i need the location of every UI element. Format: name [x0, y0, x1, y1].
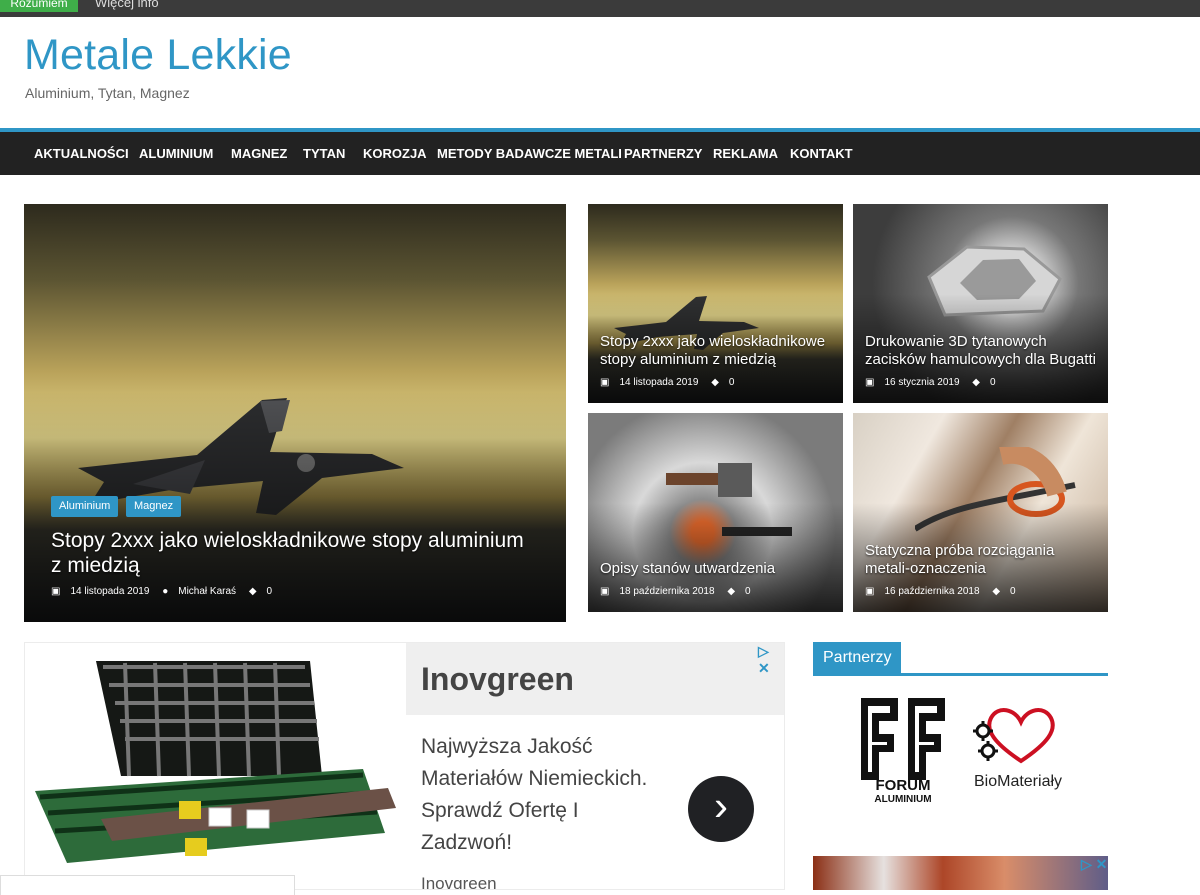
featured-post-title[interactable]: Stopy 2xxx jako wieloskładnikowe stopy a… — [51, 529, 534, 579]
cookie-accept-button[interactable]: Rozumiem — [0, 0, 78, 12]
post-card[interactable]: Statyczna próba rozciągania metali-oznac… — [853, 413, 1108, 612]
forum-word: FORUM — [876, 777, 931, 794]
comment-icon: ◆ — [711, 377, 719, 388]
partners-widget-title: Partnerzy — [813, 642, 1108, 676]
bottom-cookie-panel — [0, 875, 295, 895]
ad-copy[interactable]: Najwyższa Jakość Materiałów Niemieckich.… — [421, 731, 666, 859]
post-comments[interactable]: 0 — [745, 586, 751, 597]
comment-icon: ◆ — [248, 586, 257, 597]
post-meta: ▣ 18 października 2018 ◆ 0 — [600, 586, 761, 597]
ad-brand[interactable]: Inovgreen — [421, 661, 574, 698]
biomaterialy-logo[interactable]: BioMateriały — [963, 700, 1078, 800]
nav-item-metody-badawcze[interactable]: METODY BADAWCZE METALI — [437, 132, 622, 175]
comment-icon: ◆ — [992, 586, 1001, 597]
bio-label: BioMateriały — [974, 773, 1062, 790]
nav-item-aluminium[interactable]: ALUMINIUM — [139, 132, 213, 175]
calendar-icon: ▣ — [865, 377, 875, 388]
cookie-bar: Rozumiem Więcej info — [0, 0, 1200, 17]
comment-icon: ◆ — [727, 586, 736, 597]
calendar-icon: ▣ — [600, 377, 610, 388]
post-title[interactable]: Opisy stanów utwardzenia — [600, 560, 833, 578]
nav-item-partnerzy[interactable]: PARTNERZY — [624, 132, 702, 175]
site-title[interactable]: Metale Lekkie — [24, 31, 292, 80]
featured-author[interactable]: Michał Karaś — [178, 586, 236, 597]
calendar-icon: ▣ — [600, 586, 610, 597]
post-comments[interactable]: 0 — [1010, 586, 1016, 597]
post-title[interactable]: Statyczna próba rozciągania metali-oznac… — [865, 542, 1098, 577]
post-date[interactable]: 14 listopada 2019 — [619, 377, 698, 388]
nav-item-magnez[interactable]: MAGNEZ — [231, 132, 287, 175]
ad-choices-icon[interactable]: ▷ ✕ — [758, 643, 784, 677]
nav-item-reklama[interactable]: REKLAMA — [713, 132, 778, 175]
cookie-more-info-link[interactable]: Więcej info — [95, 0, 159, 12]
site-description: Aluminium, Tytan, Magnez — [25, 85, 190, 101]
ad-footer-brand[interactable]: Inovgreen — [421, 874, 497, 889]
featured-post-card[interactable]: Aluminium Magnez Stopy 2xxx jako wielosk… — [24, 204, 566, 622]
post-title[interactable]: Stopy 2xxx jako wieloskładnikowe stopy a… — [600, 333, 833, 368]
bottom-sidebar-advertisement[interactable]: ▷ ✕ — [813, 856, 1108, 890]
comment-icon: ◆ — [972, 377, 980, 388]
calendar-icon: ▣ — [51, 586, 61, 597]
post-meta: ▣ 16 października 2018 ◆ 0 — [865, 586, 1026, 597]
partners-title: Partnerzy — [813, 642, 902, 673]
ad-choices-icon[interactable]: ▷ ✕ — [1081, 856, 1107, 873]
post-date[interactable]: 16 stycznia 2019 — [884, 377, 959, 388]
grass-grid-illustration — [35, 661, 396, 863]
post-date[interactable]: 16 października 2018 — [884, 586, 979, 597]
featured-post-meta: ▣ 14 listopada 2019 ● Michał Karaś ◆ 0 — [51, 586, 282, 597]
nav-item-tytan[interactable]: TYTAN — [303, 132, 345, 175]
featured-date[interactable]: 14 listopada 2019 — [70, 586, 149, 597]
forum-aluminium-logo[interactable]: FORUM ALUMINIUM — [856, 698, 950, 805]
main-navigation: AKTUALNOŚCI ALUMINIUM MAGNEZ TYTAN KOROZ… — [0, 128, 1200, 175]
post-title[interactable]: Drukowanie 3D tytanowych zacisków hamulc… — [865, 333, 1098, 368]
nav-item-kontakt[interactable]: KONTAKT — [790, 132, 853, 175]
post-card[interactable]: Drukowanie 3D tytanowych zacisków hamulc… — [853, 204, 1108, 403]
category-tag-magnez[interactable]: Magnez — [126, 496, 182, 517]
category-tag-aluminium[interactable]: Aluminium — [51, 496, 119, 517]
inovgreen-advertisement[interactable]: Inovgreen Najwyższa Jakość Materiałów Ni… — [24, 642, 785, 890]
post-card[interactable]: Stopy 2xxx jako wieloskładnikowe stopy a… — [588, 204, 843, 403]
post-comments[interactable]: 0 — [729, 377, 735, 388]
post-card[interactable]: Opisy stanów utwardzenia ▣ 18 październik… — [588, 413, 843, 612]
chevron-right-icon[interactable]: › — [688, 776, 754, 842]
forum-subtitle: ALUMINIUM — [874, 794, 931, 802]
featured-comments[interactable]: 0 — [267, 586, 273, 597]
post-comments[interactable]: 0 — [990, 377, 996, 388]
ad-product-image — [25, 643, 406, 889]
calendar-icon: ▣ — [865, 586, 875, 597]
user-icon: ● — [162, 586, 169, 597]
nav-item-korozja[interactable]: KOROZJA — [363, 132, 427, 175]
post-meta: ▣ 14 listopada 2019 ◆ 0 — [600, 377, 744, 388]
post-meta: ▣ 16 stycznia 2019 ◆ 0 — [865, 377, 1006, 388]
nav-item-aktualnosci[interactable]: AKTUALNOŚCI — [34, 132, 129, 175]
post-date[interactable]: 18 października 2018 — [619, 586, 714, 597]
